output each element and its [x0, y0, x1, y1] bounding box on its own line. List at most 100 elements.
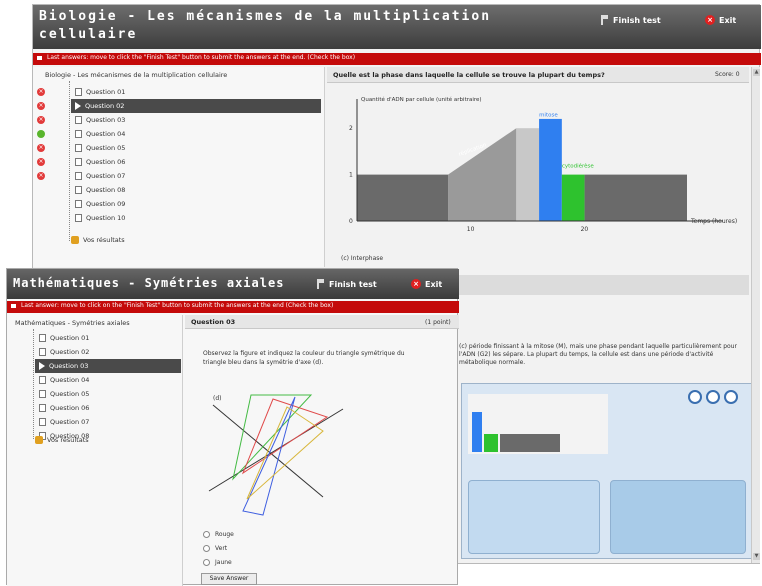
wrong-status-icon: ×	[37, 116, 45, 124]
yellow-triangle	[246, 406, 324, 500]
question-number: Question 03	[191, 318, 236, 326]
tree-connector	[69, 81, 70, 241]
y-axis-label: Quantité d'ADN par cellule (unité arbitr…	[361, 96, 482, 103]
flag-icon	[317, 279, 325, 289]
question-item[interactable]: Question 07	[35, 415, 181, 429]
window-title: Biologie - Les mécanismes de la multipli…	[39, 9, 492, 42]
wrong-status-icon: ×	[37, 172, 45, 180]
y-tick-label: 0	[349, 218, 353, 225]
document-icon	[75, 88, 82, 96]
document-icon	[75, 144, 82, 152]
close-icon: ×	[411, 279, 421, 289]
flag-icon	[601, 15, 609, 25]
document-icon	[75, 172, 82, 180]
x-tick-label: 20	[581, 226, 589, 233]
results-label: Vos résultats	[83, 236, 125, 244]
control-icon[interactable]	[688, 390, 702, 404]
document-icon	[75, 130, 82, 138]
question-label: Question 09	[86, 200, 126, 208]
question-item[interactable]: Question 09	[71, 197, 321, 211]
question-label: Question 01	[86, 88, 126, 96]
question-item[interactable]: Question 01	[35, 331, 181, 345]
question-sidebar: Mathématiques - Symétries axiales Questi…	[7, 315, 183, 586]
cell-view-left	[468, 480, 600, 554]
exit-label: Exit	[719, 15, 737, 25]
control-icon[interactable]	[724, 390, 738, 404]
exit-button[interactable]: × Exit	[411, 279, 442, 289]
correct-status-icon	[37, 130, 45, 138]
finish-test-button[interactable]: Finish test	[317, 279, 377, 289]
question-label: Question 05	[86, 144, 126, 152]
question-label: Question 04	[50, 376, 90, 384]
y-tick-label: 2	[349, 125, 353, 132]
document-icon	[39, 376, 46, 384]
document-icon	[39, 334, 46, 342]
tree-root[interactable]: Mathématiques - Symétries axiales	[15, 319, 130, 327]
question-item[interactable]: Question 10	[71, 211, 321, 225]
question-item[interactable]: Question 06	[71, 155, 321, 169]
x-axis-label: Temps (heures)	[690, 218, 737, 225]
question-item[interactable]: Question 05	[71, 141, 321, 155]
tree-root-label: Mathématiques - Symétries axiales	[15, 319, 130, 327]
question-item[interactable]: Question 07	[71, 169, 321, 183]
phase-label-mitose: mitose	[539, 113, 558, 119]
question-text: Quelle est la phase dans laquelle la cel…	[333, 71, 605, 79]
close-icon: ×	[705, 15, 715, 25]
question-item[interactable]: Question 01	[71, 85, 321, 99]
notice-bar: Last answer: move to click on the "Finis…	[7, 301, 459, 313]
mini-bar-cytodierese	[484, 434, 498, 452]
option-vert[interactable]: Vert	[203, 545, 227, 552]
question-text: Observez la figure et indiquez la couleu…	[203, 350, 405, 366]
question-item[interactable]: Question 03	[71, 113, 321, 127]
document-icon	[75, 200, 82, 208]
phase-bar	[539, 118, 562, 221]
animation-controls	[688, 390, 738, 404]
document-icon	[75, 186, 82, 194]
tree-root[interactable]: Biologie - Les mécanismes de la multipli…	[45, 71, 227, 79]
answer-caption: (c) Interphase	[341, 255, 384, 262]
question-label: Question 07	[50, 418, 90, 426]
document-icon	[39, 390, 46, 398]
question-item[interactable]: Question 02	[71, 99, 321, 113]
vertical-scrollbar[interactable]: ▲ ▼	[751, 67, 760, 563]
question-label: Question 06	[50, 404, 90, 412]
finish-test-label: Finish test	[613, 15, 661, 25]
question-label: Question 03	[49, 362, 89, 370]
symmetry-figure	[208, 394, 344, 516]
finish-test-button[interactable]: Finish test	[601, 15, 661, 25]
scroll-down-icon[interactable]: ▼	[753, 553, 760, 560]
question-item[interactable]: Question 02	[35, 345, 181, 359]
question-item[interactable]: Question 04	[71, 127, 321, 141]
question-item[interactable]: Question 06	[35, 401, 181, 415]
animation-panel	[461, 383, 753, 559]
option-jaune[interactable]: Jaune	[203, 559, 232, 566]
question-item[interactable]: Question 03	[35, 359, 181, 373]
question-label: Question 05	[50, 390, 90, 398]
window-title: Mathématiques - Symétries axiales	[13, 276, 285, 290]
finish-test-label: Finish test	[329, 279, 377, 289]
phase-label-cytodierese: cytodiérèse	[562, 163, 595, 170]
tree-connector	[33, 329, 34, 439]
control-icon[interactable]	[706, 390, 720, 404]
exit-button[interactable]: × Exit	[705, 15, 736, 25]
results-item[interactable]: Vos résultats	[35, 433, 89, 447]
results-icon	[35, 436, 43, 444]
question-item[interactable]: Question 05	[35, 387, 181, 401]
question-header: Quelle est la phase dans laquelle la cel…	[327, 67, 749, 83]
option-label: Jaune	[215, 559, 232, 566]
phase-bar	[516, 128, 540, 221]
wrong-status-icon: ×	[37, 88, 45, 96]
save-answer-button[interactable]: Save Answer	[201, 573, 257, 585]
points-label: (1 point)	[425, 319, 451, 326]
math-test-window: Mathématiques - Symétries axiales Finish…	[6, 268, 459, 586]
phase-area	[448, 128, 517, 221]
option-rouge[interactable]: Rouge	[203, 531, 234, 538]
scroll-up-icon[interactable]: ▲	[753, 69, 760, 76]
question-item[interactable]: Question 08	[71, 183, 321, 197]
document-icon	[75, 158, 82, 166]
exit-label: Exit	[425, 279, 443, 289]
wrong-status-icon: ×	[37, 102, 45, 110]
document-icon	[39, 348, 46, 356]
question-item[interactable]: Question 04	[35, 373, 181, 387]
results-item[interactable]: Vos résultats	[71, 233, 125, 247]
